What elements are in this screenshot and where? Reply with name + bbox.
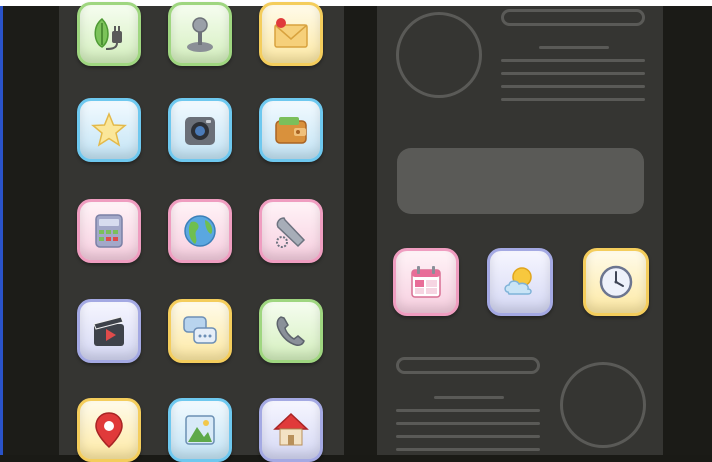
outer-background-left	[3, 6, 59, 455]
joystick-icon	[187, 17, 213, 52]
star-icon	[91, 112, 127, 147]
camera-icon	[185, 117, 215, 145]
globe-icon	[184, 215, 216, 247]
text-line-placeholder	[396, 422, 540, 425]
text-line-placeholder	[501, 59, 645, 62]
avatar-placeholder-top	[396, 12, 482, 98]
text-line-placeholder	[501, 85, 645, 88]
text-line-placeholder	[396, 409, 540, 412]
gap-between-screens	[344, 6, 377, 455]
app-camera[interactable]	[168, 98, 232, 162]
text-line-placeholder	[501, 72, 645, 75]
avatar-placeholder-bottom	[560, 362, 646, 448]
text-line-placeholder	[434, 396, 504, 399]
text-line-placeholder	[539, 46, 609, 49]
title-placeholder-top	[501, 9, 645, 26]
home-icon	[273, 412, 309, 446]
app-calendar[interactable]	[393, 248, 459, 316]
app-mail[interactable]	[259, 2, 323, 66]
video-icon	[93, 316, 124, 346]
calculator-icon	[95, 214, 123, 248]
text-line-placeholder	[501, 98, 645, 101]
app-eco-plug[interactable]	[77, 2, 141, 66]
app-home[interactable]	[259, 398, 323, 462]
app-settings[interactable]	[259, 199, 323, 263]
weather-icon	[504, 267, 532, 295]
chat-icon	[183, 316, 217, 344]
app-clock[interactable]	[583, 248, 649, 316]
banner-placeholder	[397, 148, 644, 214]
wallet-icon	[275, 117, 307, 144]
app-gallery[interactable]	[168, 398, 232, 462]
eco-plug-icon	[94, 17, 122, 50]
app-globe[interactable]	[168, 199, 232, 263]
clock-icon	[599, 265, 633, 299]
text-line-placeholder	[396, 448, 540, 451]
app-wallet[interactable]	[259, 98, 323, 162]
app-weather[interactable]	[487, 248, 553, 316]
text-line-placeholder	[396, 435, 540, 438]
app-phone[interactable]	[259, 299, 323, 363]
app-chat[interactable]	[168, 299, 232, 363]
location-pin-icon	[95, 412, 123, 449]
outer-background-right	[663, 6, 712, 455]
mail-icon	[274, 18, 308, 48]
settings-wrench-icon	[276, 217, 306, 248]
calendar-icon	[411, 266, 441, 298]
title-placeholder-bottom	[396, 357, 540, 374]
phone-icon	[276, 316, 305, 346]
app-location[interactable]	[77, 398, 141, 462]
app-favorites[interactable]	[77, 98, 141, 162]
app-calculator[interactable]	[77, 199, 141, 263]
app-joystick[interactable]	[168, 2, 232, 66]
app-video[interactable]	[77, 299, 141, 363]
gallery-icon	[185, 415, 215, 445]
